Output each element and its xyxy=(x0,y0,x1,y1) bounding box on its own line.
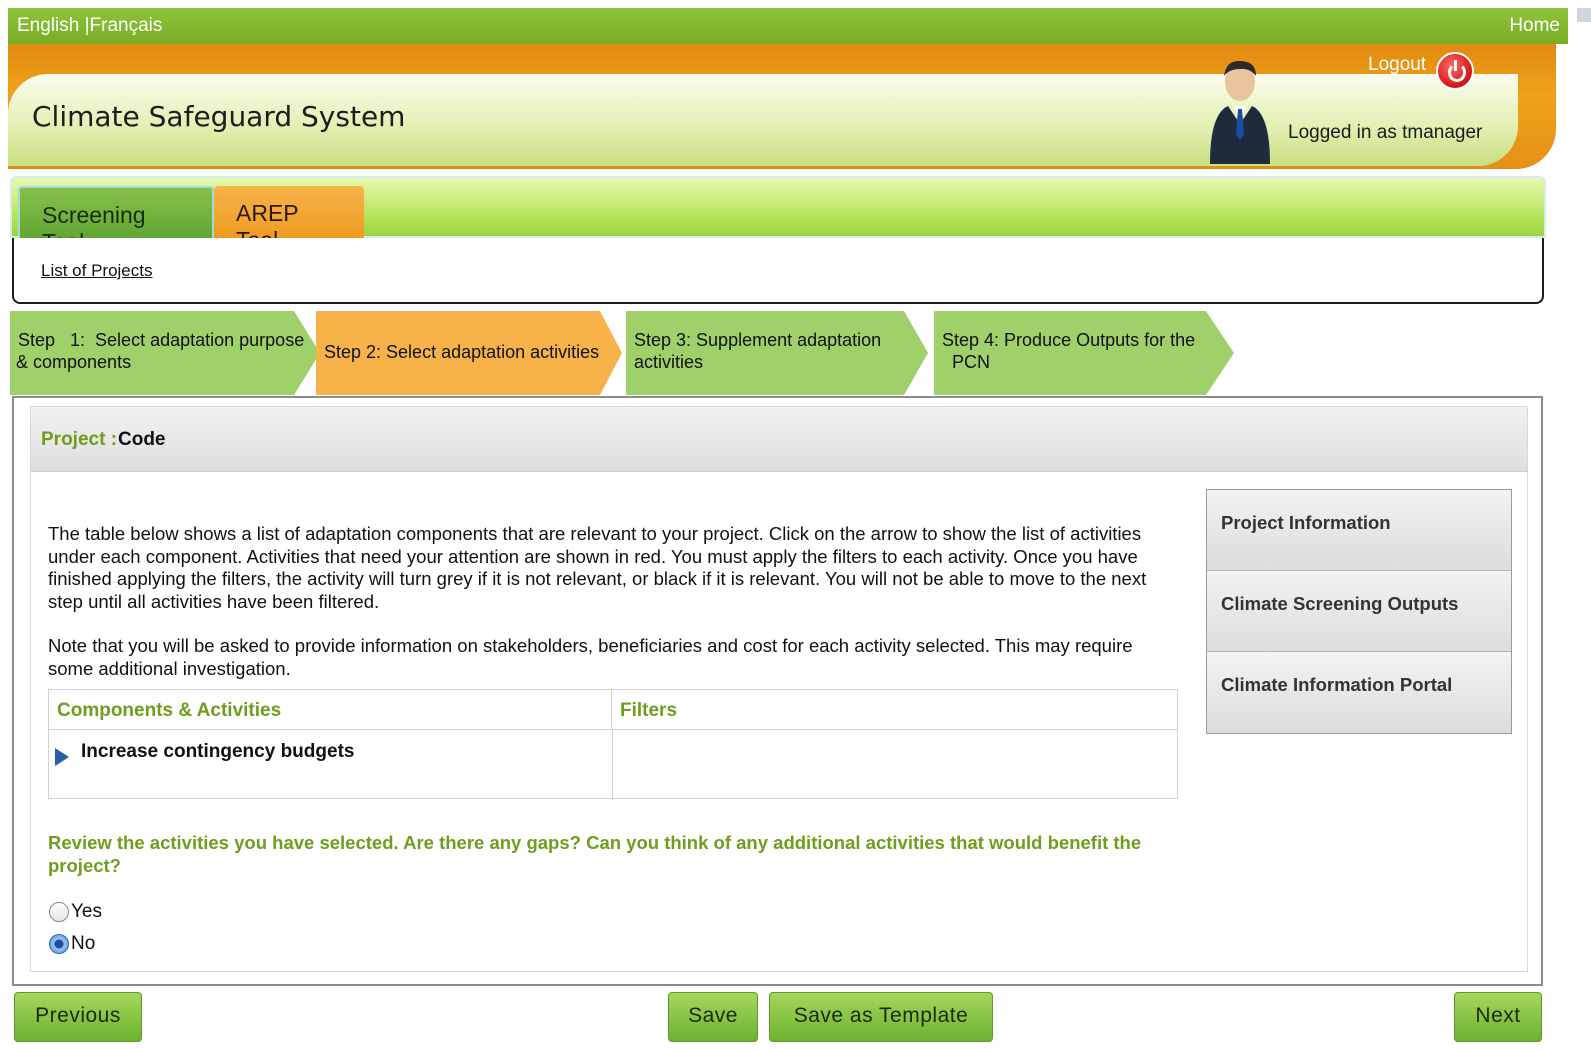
side-menu: Project Information Climate Screening Ou… xyxy=(1206,489,1512,734)
power-icon[interactable] xyxy=(1436,52,1474,90)
list-of-projects-link[interactable]: List of Projects xyxy=(41,261,153,281)
step-3[interactable]: Step 3: Supplement adaptation activities xyxy=(626,311,936,395)
step-1-line1: Step 1: Select adaptation purpose xyxy=(18,330,305,350)
step-3-line2: activities xyxy=(634,352,704,372)
app-title: Climate Safeguard System xyxy=(32,100,406,133)
column-divider xyxy=(612,730,613,800)
radio-no-label: No xyxy=(71,933,96,954)
note-text: Note that you will be asked to provide i… xyxy=(48,635,1133,679)
side-menu-climate-screening-outputs[interactable]: Climate Screening Outputs xyxy=(1207,571,1511,652)
home-link[interactable]: Home xyxy=(1509,15,1560,37)
step-4-line2: PCN xyxy=(942,352,991,372)
expand-arrow-icon[interactable] xyxy=(55,748,69,766)
radio-no[interactable]: No xyxy=(49,933,95,955)
scrollbar-marker xyxy=(1577,8,1591,22)
tab-arep-tool[interactable]: AREP Tool xyxy=(214,186,364,253)
previous-button[interactable]: Previous xyxy=(14,992,142,1042)
tool-tabs: Screening Tool AREP Tool xyxy=(10,176,1546,255)
next-button[interactable]: Next xyxy=(1454,992,1542,1042)
radio-yes-circle[interactable] xyxy=(49,901,69,922)
save-button[interactable]: Save xyxy=(668,992,758,1042)
intro-text: The table below shows a list of adaptati… xyxy=(48,523,1147,612)
logout-link[interactable]: Logout xyxy=(1368,54,1426,76)
language-switcher: English |Français xyxy=(17,15,162,37)
step-2-label: Step 2: Select adaptation activities xyxy=(324,342,600,362)
side-menu-climate-information-portal[interactable]: Climate Information Portal xyxy=(1207,652,1511,733)
tab-screening-tool[interactable]: Screening Tool xyxy=(18,186,214,255)
step-1[interactable]: Step 1: Select adaptation purpose & compo… xyxy=(10,311,320,395)
project-header: Project : Code xyxy=(31,407,1527,472)
column-header-filters: Filters xyxy=(612,690,1177,730)
user-avatar-icon xyxy=(1210,60,1270,164)
step-wizard: Step 1: Select adaptation purpose & compo… xyxy=(10,311,1250,397)
step-4-line1: Step 4: Produce Outputs for the xyxy=(942,330,1196,350)
logged-in-status: Logged in as tmanager xyxy=(1288,122,1483,143)
french-link[interactable]: Français xyxy=(90,15,163,36)
component-name: Increase contingency budgets xyxy=(81,741,355,762)
side-menu-project-information[interactable]: Project Information xyxy=(1207,490,1511,571)
project-panel: Project : Code The table below shows a l… xyxy=(30,406,1528,972)
radio-yes-label: Yes xyxy=(71,901,102,922)
step-3-line1: Step 3: Supplement adaptation xyxy=(634,330,882,350)
radio-no-circle[interactable] xyxy=(49,933,69,954)
project-label: Project : xyxy=(41,429,118,450)
step-4[interactable]: Step 4: Produce Outputs for the PCN xyxy=(934,311,1244,395)
app-header: Climate Safeguard System Logout Logged i… xyxy=(8,44,1556,169)
gaps-question: Review the activities you have selected.… xyxy=(48,832,1142,876)
main-content: Project : Code The table below shows a l… xyxy=(12,396,1543,986)
radio-yes[interactable]: Yes xyxy=(49,901,102,923)
language-separator: | xyxy=(79,15,90,36)
language-bar: English |Français Home xyxy=(8,8,1568,44)
english-link[interactable]: English xyxy=(17,15,79,36)
project-code: Code xyxy=(118,429,166,450)
breadcrumb: List of Projects xyxy=(12,238,1544,304)
activities-table: Components & Activities Filters Increase… xyxy=(48,689,1178,800)
step-1-line2: & components xyxy=(16,352,132,372)
save-as-template-button[interactable]: Save as Template xyxy=(769,992,993,1042)
column-header-components: Components & Activities xyxy=(49,690,612,730)
step-2[interactable]: Step 2: Select adaptation activities xyxy=(316,311,626,395)
